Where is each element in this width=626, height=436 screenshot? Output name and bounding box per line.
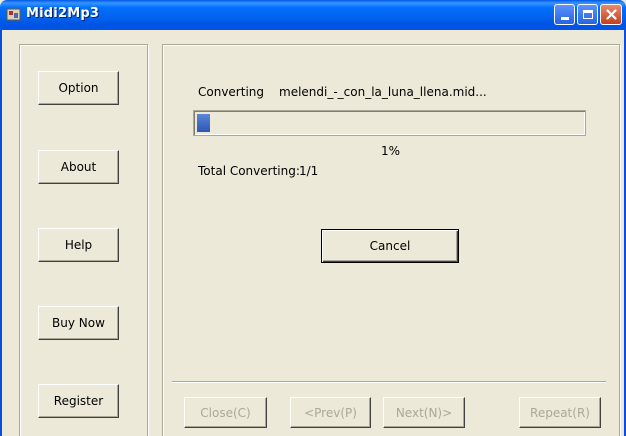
maximize-button[interactable] (577, 4, 598, 25)
close-footer-button[interactable]: Close(C) (184, 397, 267, 428)
minimize-button[interactable] (554, 4, 575, 25)
title-bar[interactable]: Midi2Mp3 (0, 0, 626, 30)
window-border-left (0, 30, 2, 436)
app-icon (6, 8, 21, 21)
total-converting-value: 1/1 (299, 164, 319, 178)
buy-now-button[interactable]: Buy Now (38, 306, 119, 340)
cancel-button[interactable]: Cancel (321, 229, 459, 263)
close-icon (605, 9, 617, 20)
close-button[interactable] (600, 4, 622, 25)
prev-button[interactable]: <Prev(P) (290, 397, 371, 428)
about-button[interactable]: About (38, 150, 119, 184)
next-button[interactable]: Next(N)> (383, 397, 465, 428)
option-button[interactable]: Option (38, 71, 119, 105)
register-button[interactable]: Register (38, 384, 119, 418)
progress-percent: 1% (381, 144, 401, 158)
help-button[interactable]: Help (38, 228, 119, 262)
minimize-icon (560, 17, 569, 20)
progress-bar (193, 110, 586, 136)
window-title: Midi2Mp3 (26, 6, 100, 21)
converting-filename: melendi_-_con_la_luna_llena.mid... (279, 85, 487, 99)
progress-fill (197, 114, 210, 132)
footer-divider (172, 381, 606, 383)
total-converting-label: Total Converting: (198, 164, 300, 178)
converting-label: Converting (198, 85, 265, 99)
maximize-icon (582, 10, 593, 19)
repeat-button[interactable]: Repeat(R) (519, 397, 601, 428)
